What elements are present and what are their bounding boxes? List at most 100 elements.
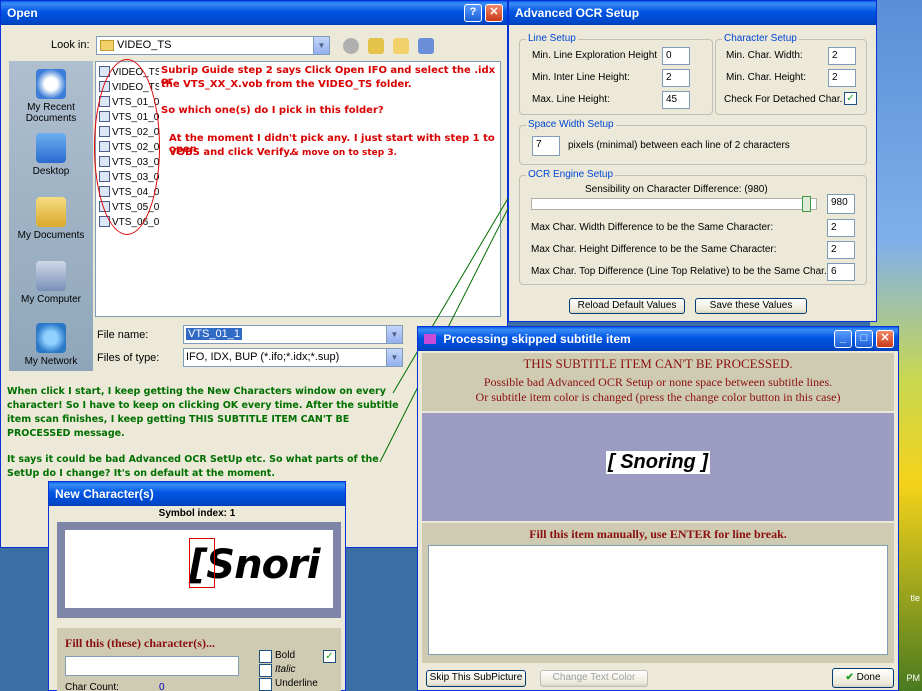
underline-checkbox[interactable] <box>259 678 272 691</box>
views-icon[interactable] <box>418 38 435 54</box>
place-desktop[interactable]: Desktop <box>9 133 93 177</box>
note-text: So which one(s) do I pick in this folder… <box>161 105 384 116</box>
file-name-field[interactable]: VTS_01_1 ▼ <box>183 325 403 344</box>
place-my-documents[interactable]: My Documents <box>9 197 93 241</box>
chevron-down-icon[interactable]: ▼ <box>313 37 329 54</box>
sensibility-slider[interactable] <box>531 196 817 212</box>
new-character-dialog: New Character(s) Symbol index: 1 [Snori … <box>48 481 346 691</box>
max-top-diff-field[interactable]: 6 <box>827 263 855 281</box>
maximize-icon[interactable]: □ <box>855 330 873 348</box>
processing-title: Processing skipped subtitle item <box>443 332 631 346</box>
min-line-exploration-field[interactable]: 0 <box>662 47 690 65</box>
chevron-down-icon[interactable]: ▼ <box>386 326 402 343</box>
skip-subpicture-button[interactable]: Skip This SubPicture <box>426 670 526 687</box>
up-folder-icon[interactable] <box>368 38 385 54</box>
subtitle-image-text: [ Snoring ] <box>606 451 710 474</box>
place-label: My Network <box>24 356 78 367</box>
max-top-diff-label: Max Char. Top Difference (Line Top Relat… <box>531 266 830 277</box>
green-note: When click I start, I keep getting the N… <box>7 386 399 479</box>
max-line-height-field[interactable]: 45 <box>662 91 690 109</box>
files-of-type-label: Files of type: <box>97 352 160 364</box>
note-text: & move on to step 3. <box>291 148 398 158</box>
group-title: Line Setup <box>526 33 578 44</box>
group-title: Space Width Setup <box>526 119 616 130</box>
help-icon[interactable]: ? <box>464 4 482 22</box>
close-icon[interactable]: ✕ <box>876 330 894 348</box>
place-label: My Documents <box>17 230 85 241</box>
sensibility-field[interactable]: 980 <box>827 194 855 214</box>
ocr-setup-titlebar[interactable]: Advanced OCR Setup <box>509 1 876 25</box>
max-height-diff-label: Max Char. Height Difference to be the Sa… <box>531 244 777 255</box>
char-count-label: Char Count: <box>65 682 119 691</box>
advanced-ocr-setup-dialog: Advanced OCR Setup Line Setup Min. Line … <box>508 0 877 322</box>
look-in-label: Look in: <box>51 39 90 51</box>
checkmark-icon: ✔ <box>845 672 854 683</box>
char-count-value: 0 <box>159 682 165 691</box>
my-network-icon <box>36 323 66 353</box>
minimize-icon[interactable]: _ <box>834 330 852 348</box>
error-message-panel: THIS SUBTITLE ITEM CAN'T BE PROCESSED. P… <box>422 353 894 411</box>
open-dialog-title: Open <box>7 6 38 20</box>
my-documents-icon <box>36 197 66 227</box>
slider-thumb[interactable] <box>802 196 811 212</box>
recent-documents-icon <box>36 69 66 99</box>
back-icon[interactable] <box>343 38 359 54</box>
bold-checkbox[interactable] <box>259 650 272 663</box>
place-recent-documents[interactable]: My Recent Documents <box>9 69 93 124</box>
min-inter-line-field[interactable]: 2 <box>662 69 690 87</box>
reload-default-button[interactable]: Reload Default Values <box>569 298 685 314</box>
note-text: the VTS_XX_X.vob from the VIDEO_TS folde… <box>161 79 412 90</box>
done-button[interactable]: ✔ Done <box>832 668 894 688</box>
place-label: My Recent Documents <box>25 102 77 124</box>
new-folder-icon[interactable] <box>393 38 410 54</box>
manual-fill-panel: Fill this item manually, use ENTER for l… <box>422 523 894 663</box>
symbol-index: Symbol index: 1 <box>158 508 236 519</box>
taskbar-clock: PM <box>906 673 921 683</box>
look-in-combo[interactable]: VIDEO_TS ▼ <box>96 36 330 55</box>
italic-checkbox[interactable] <box>259 664 272 677</box>
open-dialog-titlebar[interactable]: Open ? ✕ <box>1 1 507 25</box>
max-width-diff-label: Max Char. Width Difference to be the Sam… <box>531 222 774 233</box>
folder-icon <box>100 40 114 51</box>
new-character-titlebar[interactable]: New Character(s) <box>49 482 345 506</box>
group-title: OCR Engine Setup <box>526 169 616 180</box>
confirm-checkbox[interactable]: ✓ <box>323 650 336 663</box>
processing-titlebar[interactable]: Processing skipped subtitle item _ □ ✕ <box>418 327 898 351</box>
line-setup-group: Line Setup Min. Line Exploration Height … <box>519 33 713 115</box>
manual-fill-textarea[interactable] <box>428 545 888 655</box>
space-width-field[interactable]: 7 <box>532 136 560 156</box>
file-name-value: VTS_01_1 <box>186 328 242 340</box>
place-label: My Computer <box>20 294 81 305</box>
save-values-button[interactable]: Save these Values <box>695 298 807 314</box>
error-line: Or subtitle item color is changed (press… <box>475 390 841 404</box>
place-my-network[interactable]: My Network <box>9 323 93 367</box>
desktop-icon-label: tle <box>910 593 920 603</box>
file-name-label: File name: <box>97 329 149 341</box>
done-label: Done <box>856 672 881 683</box>
sensibility-label: Sensibility on Character Difference: (98… <box>585 184 768 195</box>
place-my-computer[interactable]: My Computer <box>9 261 93 305</box>
desktop-icon <box>36 133 66 163</box>
character-input[interactable] <box>65 656 239 676</box>
files-of-type-value: IFO, IDX, BUP (*.ifo;*.idx;*.sup) <box>186 351 340 363</box>
character-setup-group: Character Setup Min. Char. Width: 2 Min.… <box>715 33 867 115</box>
space-width-group: Space Width Setup 7 pixels (minimal) bet… <box>519 119 867 165</box>
look-in-row: Look in: VIDEO_TS ▼ <box>1 35 509 57</box>
min-char-height-field[interactable]: 2 <box>828 69 856 87</box>
min-char-width-field[interactable]: 2 <box>828 47 856 65</box>
chevron-down-icon[interactable]: ▼ <box>386 349 402 366</box>
bold-label: Bold <box>275 650 296 661</box>
files-of-type-select[interactable]: IFO, IDX, BUP (*.ifo;*.idx;*.sup) ▼ <box>183 348 403 367</box>
close-icon[interactable]: ✕ <box>485 4 503 22</box>
min-char-height-label: Min. Char. Height: <box>726 72 807 83</box>
manual-fill-label: Fill this item manually, use ENTER for l… <box>529 527 787 541</box>
places-bar: My Recent Documents Desktop My Documents… <box>9 61 93 371</box>
min-char-width-label: Min. Char. Width: <box>726 50 803 61</box>
max-width-diff-field[interactable]: 2 <box>827 219 855 237</box>
max-height-diff-field[interactable]: 2 <box>827 241 855 259</box>
check-detached-checkbox[interactable]: ✓ <box>844 92 857 105</box>
fill-characters-label: Fill this (these) character(s)... <box>65 636 215 650</box>
look-in-value: VIDEO_TS <box>117 39 172 51</box>
character-preview: [Snori <box>57 522 341 618</box>
italic-label: Italic <box>275 664 296 675</box>
